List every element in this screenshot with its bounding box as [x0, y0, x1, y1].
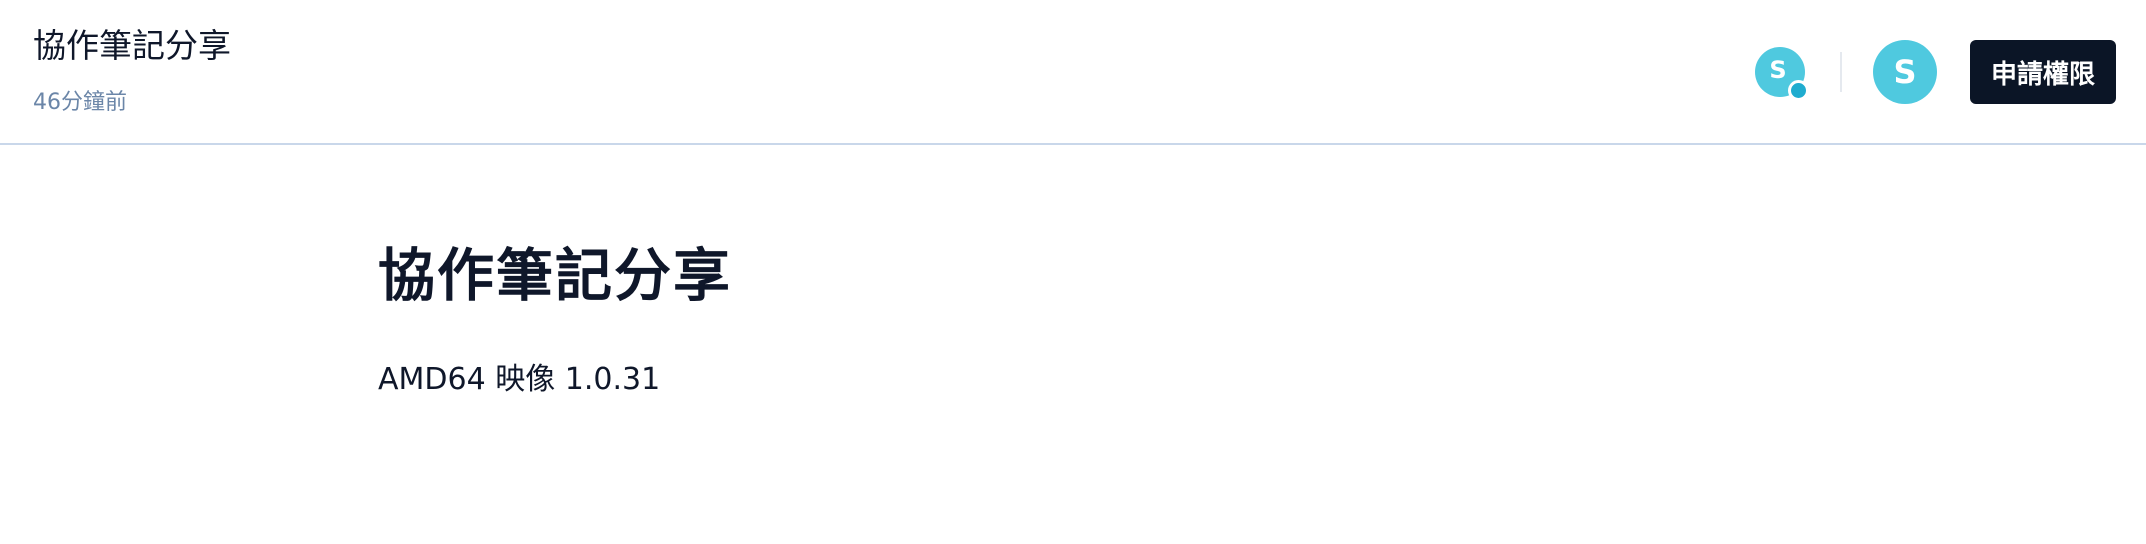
top-bar: 協作筆記分享 46分鐘前 S S 申請權限 — [0, 0, 2146, 145]
page-title: 協作筆記分享 — [378, 243, 732, 309]
user-avatar[interactable]: S — [1873, 40, 1937, 104]
document-paragraph: AMD64 映像 1.0.31 — [378, 362, 661, 397]
online-status-dot-icon — [1788, 80, 1809, 101]
last-edited-time: 46分鐘前 — [33, 90, 127, 115]
collaborator-initial: S — [1769, 56, 1787, 84]
active-collaborator-avatar[interactable]: S — [1755, 47, 1809, 101]
document-title: 協作筆記分享 — [33, 26, 231, 65]
request-permission-button[interactable]: 申請權限 — [1970, 40, 2116, 104]
header-divider — [1840, 52, 1842, 92]
